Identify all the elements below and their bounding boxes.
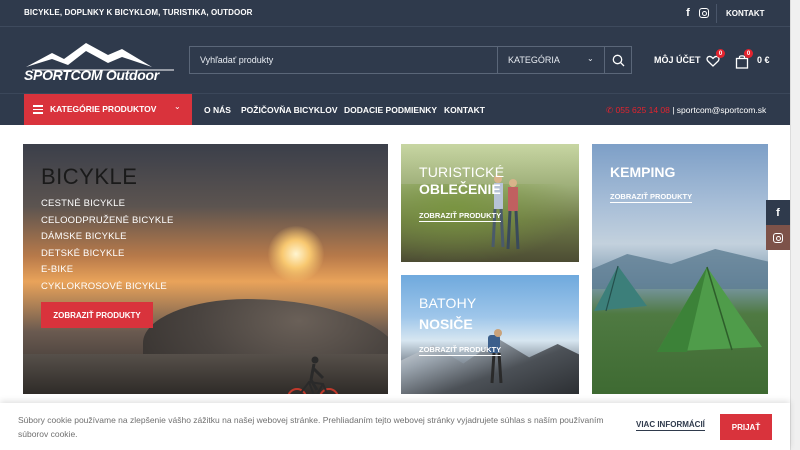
facebook-icon[interactable]: f: [681, 6, 695, 20]
bicycle-category-link[interactable]: DETSKÉ BICYKLE: [41, 248, 173, 259]
hiker-with-backpack: [488, 329, 503, 384]
bicycle-category-link[interactable]: CESTNÉ BICYKLE: [41, 198, 173, 209]
cart-button[interactable]: 0: [735, 49, 753, 69]
camping-title: KEMPING: [610, 164, 676, 180]
clothing-title-line2: OBLEČENIE: [419, 181, 501, 197]
backpacks-banner[interactable]: BATOHY NOSIČE ZOBRAZIŤ PRODUKTY: [401, 275, 579, 394]
show-clothing-link[interactable]: ZOBRAZIŤ PRODUKTY: [419, 211, 502, 222]
camping-banner[interactable]: KEMPING ZOBRAZIŤ PRODUKTY: [592, 144, 768, 394]
search-icon: [612, 54, 625, 66]
cookie-consent-bar: Súbory cookie používame na zlepšenie váš…: [0, 403, 790, 450]
backpacks-title-line1: BATOHY: [419, 295, 477, 311]
chevron-down-icon: ⌄: [174, 102, 181, 111]
bicycle-category-list: CESTNÉ BICYKLE CELOODPRUŽENÉ BICYKLE DÁM…: [41, 198, 173, 297]
cookie-message: Súbory cookie používame na zlepšenie váš…: [18, 415, 604, 439]
email-link[interactable]: sportcom@sportcom.sk: [677, 105, 766, 115]
chevron-down-icon: ⌄: [587, 54, 594, 63]
category-select[interactable]: KATEGÓRIA: [508, 55, 560, 65]
nav-item-contact[interactable]: KONTAKT: [444, 105, 485, 115]
top-bar: BICYKLE, DOPLNKY K BICYKLOM, TURISTIKA, …: [0, 0, 800, 27]
bicycle-category-link[interactable]: DÁMSKE BICYKLE: [41, 231, 173, 242]
search-button[interactable]: [605, 47, 632, 73]
phone-icon: ✆: [606, 105, 614, 115]
nav-item-about[interactable]: O NÁS: [204, 105, 231, 115]
cart-count-badge: 0: [744, 49, 753, 58]
bicycles-banner[interactable]: BICYKLE CESTNÉ BICYKLE CELOODPRUŽENÉ BIC…: [23, 144, 388, 394]
floating-facebook-icon[interactable]: f: [766, 200, 790, 225]
nav-item-delivery-terms[interactable]: DODACIE PODMIENKY: [344, 105, 437, 115]
instagram-icon[interactable]: [697, 6, 711, 20]
sunset-sun: [268, 226, 324, 282]
hamburger-icon: [33, 105, 43, 114]
show-bicycles-button[interactable]: ZOBRAZIŤ PRODUKTY: [41, 302, 153, 328]
contact-info: ✆ 055 625 14 08 | sportcom@sportcom.sk: [606, 105, 766, 116]
cyclist-silhouette: [287, 356, 339, 394]
product-categories-label: KATEGÓRIE PRODUKTOV: [50, 104, 157, 114]
search-divider: [497, 47, 498, 73]
wishlist-count-badge: 0: [716, 49, 725, 58]
bicycles-title: BICYKLE: [41, 164, 138, 189]
cart-total[interactable]: 0 €: [757, 55, 770, 65]
main-navigation: KATEGÓRIE PRODUKTOV ⌄ O NÁS POŽIČOVŇA BI…: [0, 93, 790, 125]
show-backpacks-link[interactable]: ZOBRAZIŤ PRODUKTY: [419, 345, 502, 356]
logo-text[interactable]: SPORTCOM Outdoor: [24, 67, 159, 83]
bicycle-category-link[interactable]: E-BIKE: [41, 264, 173, 275]
topbar-contact-link[interactable]: KONTAKT: [726, 9, 765, 18]
clothing-banner[interactable]: TURISTICKÉ OBLEČENIE ZOBRAZIŤ PRODUKTY: [401, 144, 579, 262]
search-bar: KATEGÓRIA ⌄: [189, 46, 632, 74]
more-info-link[interactable]: VIAC INFORMÁCIÍ: [636, 420, 705, 431]
contact-separator: |: [669, 105, 677, 115]
phone-number[interactable]: 055 625 14 08: [616, 105, 670, 115]
search-input[interactable]: [190, 47, 497, 73]
nav-item-bike-rental[interactable]: POŽIČOVŇA BICYKLOV: [241, 105, 338, 115]
wishlist-button[interactable]: 0: [706, 49, 725, 69]
green-tent-large: [657, 266, 762, 352]
topbar-divider: [716, 4, 717, 23]
page-scrollbar[interactable]: [790, 0, 800, 450]
floating-instagram-icon[interactable]: [766, 225, 790, 250]
site-tagline: BICYKLE, DOPLNKY K BICYKLOM, TURISTIKA, …: [24, 8, 253, 17]
show-camping-link[interactable]: ZOBRAZIŤ PRODUKTY: [610, 192, 693, 203]
clothing-title-line1: TURISTICKÉ: [419, 164, 505, 180]
bicycle-category-link[interactable]: CYKLOKROSOVÉ BICYKLE: [41, 281, 173, 292]
bicycle-category-link[interactable]: CELOODPRUŽENÉ BICYKLE: [41, 215, 173, 226]
blue-tent-small: [594, 265, 647, 312]
my-account-link[interactable]: MÔJ ÚČET: [654, 55, 701, 65]
backpacks-title-line2: NOSIČE: [419, 316, 473, 332]
header: SPORTCOM Outdoor KATEGÓRIA ⌄ MÔJ ÚČET 0 …: [0, 27, 800, 93]
product-categories-button[interactable]: KATEGÓRIE PRODUKTOV ⌄: [24, 94, 192, 125]
accept-cookies-button[interactable]: PRIJAŤ: [720, 414, 772, 440]
